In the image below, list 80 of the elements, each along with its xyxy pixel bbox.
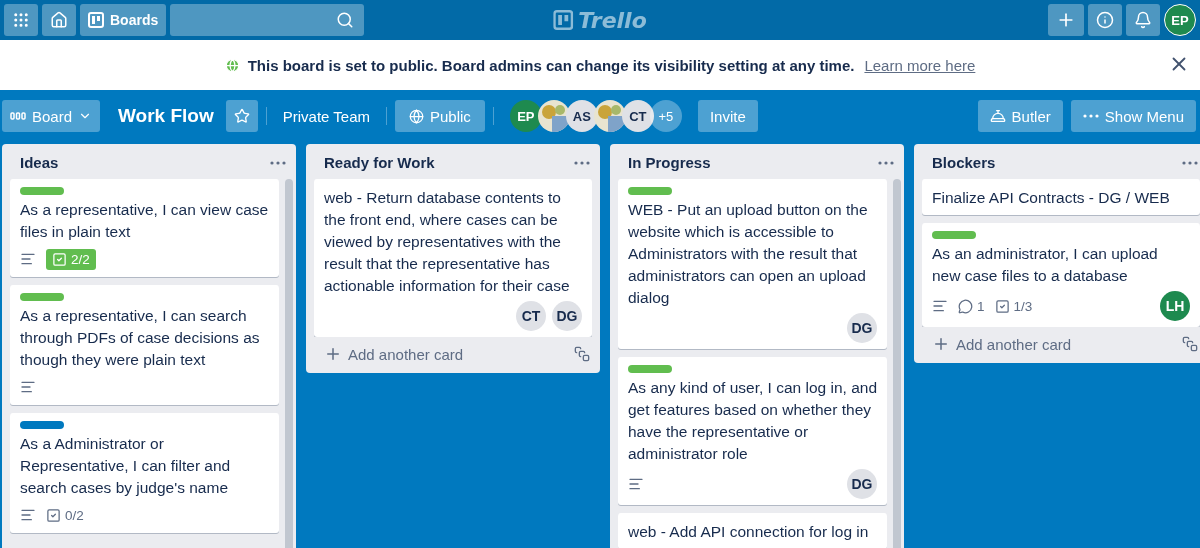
- member-avatar[interactable]: DG: [552, 301, 582, 331]
- card-title: web - Return database contents to the front end, where cases can be viewed by representatives with the result that the representative has actionable information for their case: [324, 188, 571, 296]
- notifications-button[interactable]: [1126, 4, 1160, 36]
- plus-icon: [932, 335, 950, 353]
- search-icon: [336, 11, 355, 29]
- list-menu-button[interactable]: [1182, 160, 1198, 165]
- card-template-button[interactable]: [574, 346, 590, 362]
- member-avatar[interactable]: CT: [516, 301, 546, 331]
- template-icon: [1182, 336, 1198, 352]
- ellipsis-icon: [878, 160, 894, 165]
- list-title[interactable]: In Progress: [628, 154, 711, 171]
- card-title: web - Add API connection for log in: [628, 522, 870, 542]
- list-title[interactable]: Ideas: [20, 154, 59, 171]
- bell-icon: [1134, 11, 1152, 29]
- team-name[interactable]: Private Team: [274, 107, 378, 125]
- grid-icon: [12, 11, 30, 29]
- home-button[interactable]: [42, 4, 76, 36]
- board-title[interactable]: Work Flow: [118, 105, 214, 127]
- checkbox-icon: [994, 298, 1010, 314]
- member-avatar[interactable]: EP: [509, 100, 542, 132]
- checkbox-icon: [52, 251, 67, 267]
- globe-icon: [409, 108, 424, 124]
- comment-count: 1: [958, 298, 985, 314]
- plus-icon: [324, 345, 342, 363]
- list-title[interactable]: Blockers: [932, 154, 996, 171]
- task-card[interactable]: As any kind of user, I can log in, and get features based on whether they have the representative or administrator role DG: [618, 357, 887, 505]
- star-icon: [233, 108, 250, 124]
- columns-icon: [10, 111, 26, 121]
- member-avatar[interactable]: EP: [1164, 4, 1196, 36]
- card-template-button[interactable]: [1182, 336, 1198, 352]
- learn-more-link[interactable]: Learn more here: [864, 56, 976, 74]
- task-card[interactable]: Finalize API Contracts - DG / WEB: [922, 179, 1200, 215]
- member-avatar[interactable]: DG: [847, 469, 877, 499]
- star-button[interactable]: [225, 100, 258, 132]
- task-card[interactable]: WEB - Put an upload button on the website which is accessible to Administrators with the result that administrators can open an upload dialog DG: [618, 179, 887, 349]
- checklist-badge: 2/2: [46, 248, 96, 270]
- card-title: Finalize API Contracts - DG / WEB: [932, 188, 1171, 208]
- board-icon: [88, 12, 104, 28]
- add-card-button[interactable]: Add another card: [932, 335, 1072, 353]
- member-avatar[interactable]: AS: [565, 100, 598, 132]
- task-card[interactable]: As an administrator, I can upload new case files to a database 1 1/3 LH: [922, 223, 1200, 327]
- globe-icon: [224, 57, 240, 73]
- ellipsis-icon: [574, 160, 590, 165]
- card-title: WEB - Put an upload button on the website which is accessible to Administrators with the result that administrators can open an upload dialog: [628, 200, 869, 308]
- info-button[interactable]: [1088, 4, 1122, 36]
- member-avatar[interactable]: CT: [621, 100, 654, 132]
- home-icon: [50, 11, 68, 29]
- member-avatar[interactable]: LH: [1160, 291, 1190, 321]
- bell-icon: [989, 108, 1006, 124]
- card-title: As a representative, I can view case files in plain text: [20, 200, 269, 242]
- card-title: As any kind of user, I can log in, and get features based on whether they have the representative or administrator role: [628, 378, 877, 464]
- ellipsis-icon: [1182, 160, 1198, 165]
- checklist-count: 1/3: [994, 298, 1033, 314]
- list-menu-button[interactable]: [878, 160, 894, 165]
- search-field[interactable]: [170, 4, 365, 36]
- info-icon: [1096, 11, 1114, 29]
- add-button[interactable]: [1048, 4, 1084, 36]
- task-card[interactable]: As a representative, I can view case files in plain text 2/2: [10, 179, 279, 277]
- add-card-button[interactable]: Add another card: [324, 345, 464, 363]
- task-card[interactable]: web - Add API connection for log in: [618, 513, 887, 548]
- comment-icon: [958, 298, 973, 314]
- card-title: As a Administrator or Representative, I can filter and search cases by judge's name: [20, 434, 232, 498]
- task-card[interactable]: web - Return database contents to the front end, where cases can be viewed by representatives with the result that the representative has actionable information for their case CT DG: [314, 179, 592, 337]
- list-menu-button[interactable]: [574, 160, 590, 165]
- apps-button[interactable]: [4, 4, 38, 36]
- checklist-count: 0/2: [46, 507, 84, 523]
- card-title: As an administrator, I can upload new case files to a database: [932, 244, 1159, 286]
- list-menu-button[interactable]: [270, 160, 286, 165]
- task-card[interactable]: As a representative, I can search through PDFs of case decisions as though they were plain text: [10, 285, 279, 405]
- ellipsis-icon: [1082, 114, 1099, 118]
- scrollbar[interactable]: [285, 179, 293, 548]
- card-title: As a representative, I can search through PDFs of case decisions as though they were plain text: [20, 306, 261, 370]
- template-icon: [574, 346, 590, 362]
- checkbox-icon: [46, 507, 61, 523]
- ellipsis-icon: [270, 160, 286, 165]
- list-title[interactable]: Ready for Work: [324, 154, 435, 171]
- task-card[interactable]: As a Administrator or Representative, I can filter and search cases by judge's name 0/2: [10, 413, 279, 533]
- scrollbar[interactable]: [893, 179, 901, 548]
- banner-message: This board is set to public. Board admins can change its visibility setting at any time.: [247, 56, 855, 74]
- member-avatar[interactable]: DG: [847, 313, 877, 343]
